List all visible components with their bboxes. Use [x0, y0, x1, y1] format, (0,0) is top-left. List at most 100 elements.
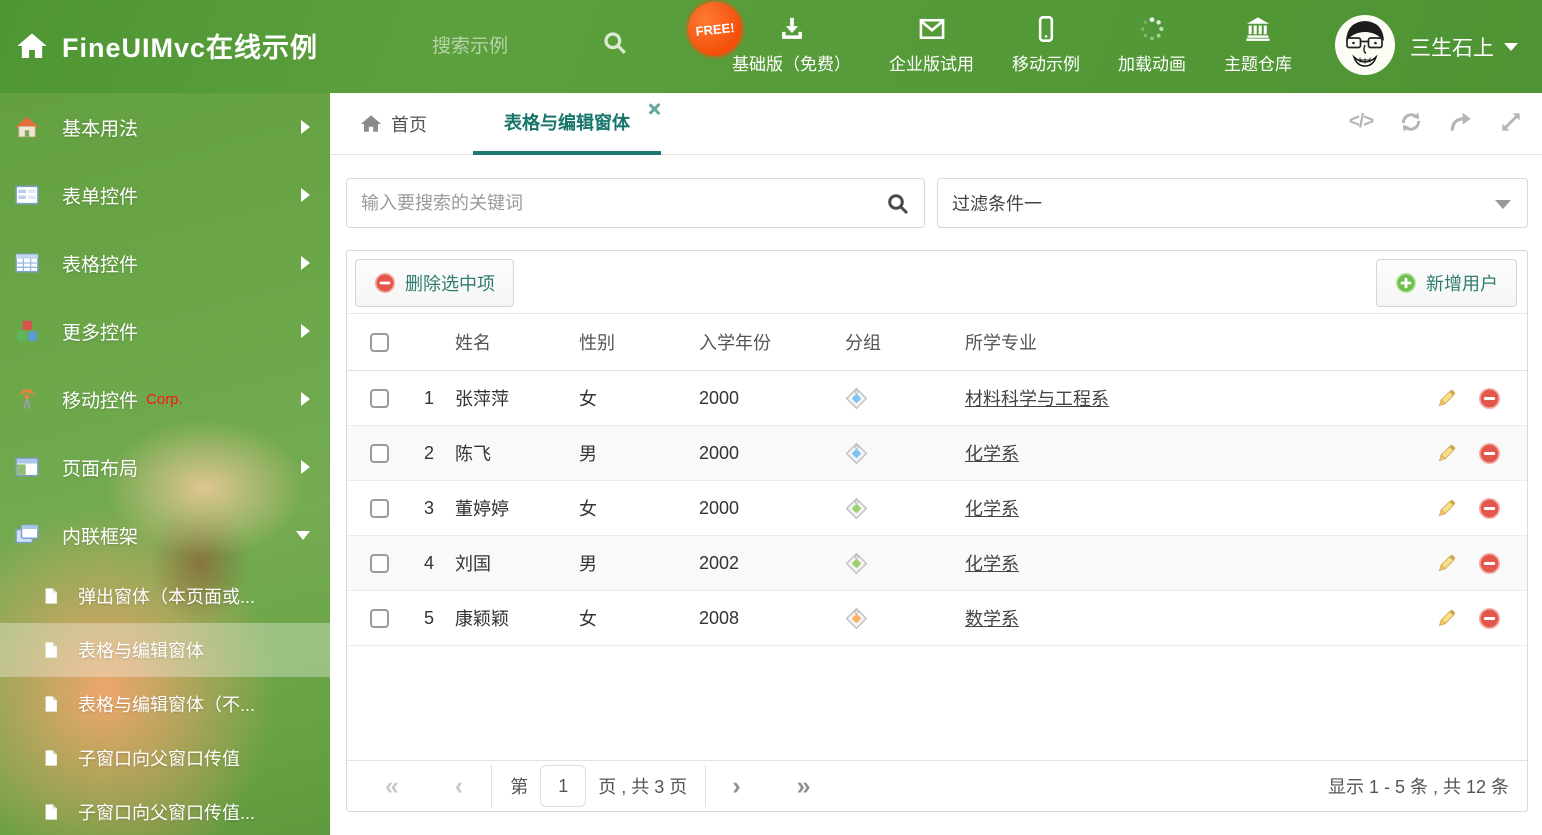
cell-year: 2002	[699, 552, 740, 573]
row-index: 1	[423, 387, 434, 408]
brand[interactable]: FineUIMvc在线示例	[16, 26, 318, 65]
major-link[interactable]: 数学系	[965, 609, 1019, 629]
cell-gender: 男	[579, 444, 597, 464]
first-page-button[interactable]: «	[385, 773, 399, 799]
col-name: 姓名	[455, 333, 491, 353]
search-icon[interactable]	[886, 192, 910, 216]
keyword-search-input[interactable]	[347, 179, 924, 227]
user-menu[interactable]: 三生石上	[1410, 32, 1518, 62]
row-index: 3	[423, 497, 434, 518]
pager-divider	[491, 765, 493, 807]
nav-mobile-demo[interactable]: 移动示例	[1012, 15, 1080, 75]
nav-basic-edition[interactable]: 基础版（免费）	[732, 15, 851, 75]
chevron-right-icon	[301, 324, 310, 338]
edit-icon[interactable]	[1435, 497, 1458, 520]
filter-dropdown-value: 过滤条件一	[952, 194, 1042, 214]
col-year: 入学年份	[699, 333, 771, 353]
nav-enterprise-trial[interactable]: 企业版试用	[889, 15, 974, 75]
header-search-placeholder[interactable]: 搜索示例	[432, 31, 508, 58]
select-all-checkbox[interactable]	[369, 332, 389, 352]
tab-strip: 首页 表格与编辑窗体 </>	[330, 93, 1542, 155]
cell-major: 化学系	[965, 440, 1409, 466]
col-gender: 性别	[579, 333, 615, 353]
view-source-icon[interactable]: </>	[1348, 109, 1374, 135]
prev-page-button[interactable]: ‹	[455, 773, 463, 799]
layout-icon	[14, 454, 40, 480]
share-icon[interactable]	[1448, 109, 1474, 135]
file-icon	[42, 587, 60, 605]
delete-icon[interactable]	[1478, 552, 1501, 575]
grid-toolbar: 删除选中项 新增用户	[347, 251, 1527, 313]
major-link[interactable]: 化学系	[965, 499, 1019, 519]
sidebar-item-grid-controls[interactable]: 表格控件	[0, 229, 330, 297]
avatar-face	[1336, 16, 1394, 74]
cell-actions	[1409, 442, 1527, 465]
pager-divider	[705, 765, 707, 807]
row-checkbox[interactable]	[369, 388, 389, 408]
file-icon	[42, 749, 60, 767]
tab-home[interactable]: 首页	[360, 93, 427, 155]
cell-year: 2000	[699, 387, 740, 408]
delete-icon[interactable]	[1478, 387, 1501, 410]
sidebar-subitem-grid-edit-window[interactable]: 表格与编辑窗体	[0, 623, 330, 677]
header-search-icon[interactable]	[602, 30, 628, 56]
col-group: 分组	[845, 333, 881, 353]
sidebar-subitem-popup-window[interactable]: 弹出窗体（本页面或...	[0, 569, 330, 623]
cell-group	[845, 442, 965, 465]
row-checkbox[interactable]	[369, 498, 389, 518]
delete-selected-button[interactable]: 删除选中项	[355, 259, 514, 307]
refresh-icon[interactable]	[1398, 109, 1424, 135]
major-link[interactable]: 化学系	[965, 554, 1019, 574]
sidebar-subitem-child-to-parent[interactable]: 子窗口向父窗口传值	[0, 731, 330, 785]
sidebar-subitem-child-to-parent-2[interactable]: 子窗口向父窗口传值...	[0, 785, 330, 835]
nav-theme-store[interactable]: 主题仓库	[1224, 15, 1292, 75]
edit-icon[interactable]	[1435, 442, 1458, 465]
expand-icon[interactable]	[1498, 109, 1524, 135]
col-major: 所学专业	[965, 333, 1037, 353]
table-row: 2 陈飞 男 2000 化学系	[347, 426, 1527, 481]
cell-major: 材料科学与工程系	[965, 385, 1409, 411]
nav-loading-animation[interactable]: 加载动画	[1118, 15, 1186, 75]
sidebar-subitem-grid-edit-window-2[interactable]: 表格与编辑窗体（不...	[0, 677, 330, 731]
file-icon	[42, 695, 60, 713]
avatar[interactable]	[1335, 15, 1395, 75]
delete-icon[interactable]	[1478, 497, 1501, 520]
record-summary: 显示 1 - 5 条 , 共 12 条	[1327, 777, 1509, 797]
cell-name: 董婷婷	[455, 499, 509, 519]
edit-icon[interactable]	[1435, 387, 1458, 410]
last-page-button[interactable]: »	[797, 773, 811, 799]
cell-major: 数学系	[965, 605, 1409, 631]
cell-gender: 女	[579, 609, 597, 629]
corp-badge: Corp.	[146, 390, 183, 408]
major-link[interactable]: 化学系	[965, 444, 1019, 464]
close-icon[interactable]	[647, 102, 661, 116]
page-number-input[interactable]	[540, 765, 587, 807]
signal-icon	[14, 386, 40, 412]
next-page-button[interactable]: ›	[732, 773, 740, 799]
row-checkbox[interactable]	[369, 443, 389, 463]
sidebar-item-more-controls[interactable]: 更多控件	[0, 297, 330, 365]
delete-icon[interactable]	[1478, 442, 1501, 465]
sidebar-item-form-controls[interactable]: 表单控件	[0, 161, 330, 229]
edit-icon[interactable]	[1435, 607, 1458, 630]
table-row: 3 董婷婷 女 2000 化学系	[347, 481, 1527, 536]
tag-icon	[845, 607, 868, 629]
chevron-down-icon	[1504, 43, 1518, 51]
edit-icon[interactable]	[1435, 552, 1458, 575]
sidebar-item-page-layout[interactable]: 页面布局	[0, 433, 330, 501]
sidebar-item-basic-usage[interactable]: 基本用法	[0, 93, 330, 161]
cell-name: 陈飞	[455, 444, 491, 464]
tab-grid-edit-window[interactable]: 表格与编辑窗体	[473, 93, 661, 155]
add-user-button[interactable]: 新增用户	[1376, 259, 1517, 307]
filter-dropdown[interactable]: 过滤条件一	[937, 178, 1528, 228]
major-link[interactable]: 材料科学与工程系	[965, 389, 1109, 409]
page: FineUIMvc在线示例 搜索示例 FREE! 基础版（免费） 企业版试用 移…	[0, 0, 1542, 835]
table-row: 5 康颖颖 女 2008 数学系	[347, 591, 1527, 646]
envelope-icon	[919, 18, 944, 40]
sidebar-item-inline-frame[interactable]: 内联框架	[0, 501, 330, 569]
row-checkbox[interactable]	[369, 608, 389, 628]
row-checkbox[interactable]	[369, 553, 389, 573]
delete-icon[interactable]	[1478, 607, 1501, 630]
sidebar-item-mobile-controls[interactable]: 移动控件 Corp.	[0, 365, 330, 433]
file-icon	[42, 641, 60, 659]
